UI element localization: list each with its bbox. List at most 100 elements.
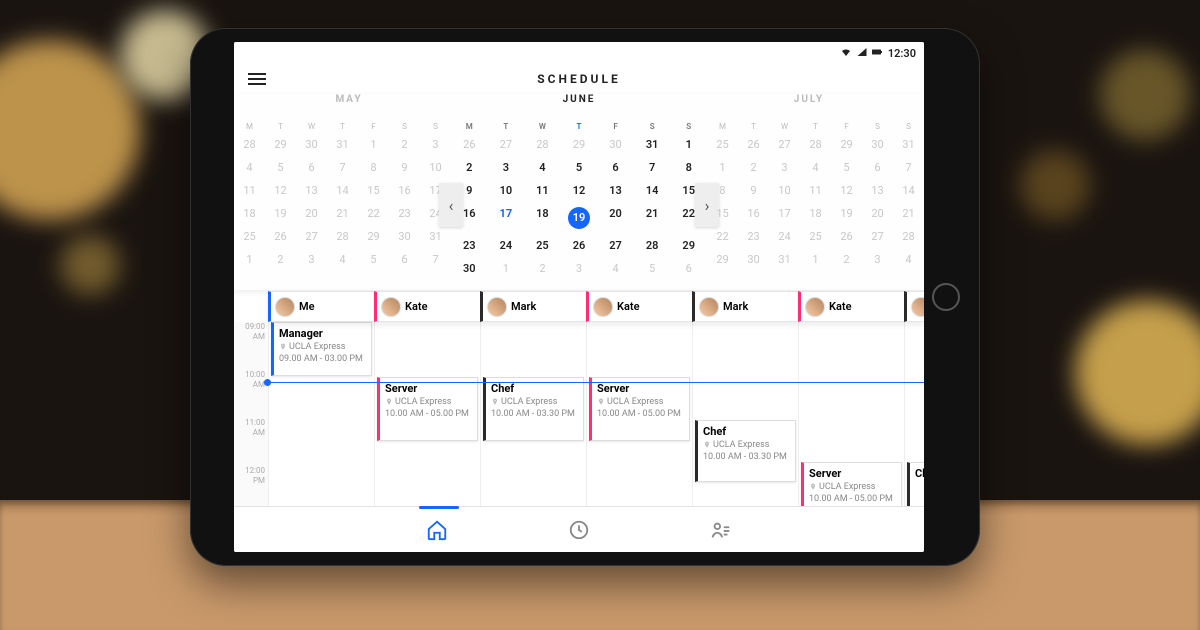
calendar-day[interactable]: 14 <box>634 179 671 202</box>
tablet-home-button[interactable] <box>932 283 960 311</box>
clock-icon[interactable] <box>568 519 590 541</box>
calendar-day-muted: 26 <box>265 225 296 248</box>
month-next[interactable]: JULY <box>694 94 924 120</box>
current-time-indicator <box>268 382 924 383</box>
calendar-day-muted: 28 <box>893 225 924 248</box>
shift-card[interactable]: Server UCLA Express10.00 AM - 05.00 PM <box>589 377 690 441</box>
calendar-day-muted: 27 <box>296 225 327 248</box>
shift-card[interactable]: Manager UCLA Express09.00 AM - 03.00 PM <box>271 322 372 376</box>
employee-name: Me <box>299 300 315 313</box>
menu-icon[interactable] <box>248 70 266 88</box>
shift-card[interactable]: Chef UCLA Express10.00 AM - 03.30 PM <box>483 377 584 441</box>
calendar-day[interactable]: 2 <box>524 257 561 280</box>
calendar-day-muted: 16 <box>738 202 769 225</box>
calendar-day[interactable]: 4 <box>597 257 634 280</box>
calendar-day[interactable]: 26 <box>561 234 598 257</box>
calendar-day-muted: 9 <box>738 179 769 202</box>
calendar-day-muted: 1 <box>234 248 265 271</box>
calendar-day[interactable]: 19 <box>561 202 598 234</box>
employee-chip[interactable]: Me <box>268 291 374 322</box>
month-prev[interactable]: MAY <box>234 94 464 120</box>
home-icon[interactable] <box>426 519 448 541</box>
calendar-day[interactable]: 6 <box>670 257 707 280</box>
calendar-day-muted: 14 <box>327 179 358 202</box>
employee-chip[interactable]: Mark <box>480 291 586 322</box>
calendar-day-muted: 28 <box>800 133 831 156</box>
calendar-day[interactable]: 28 <box>634 234 671 257</box>
schedule-grid: Manager UCLA Express09.00 AM - 03.00 PMS… <box>268 322 924 506</box>
calendar-day-muted: 13 <box>296 179 327 202</box>
calendar-day[interactable]: 18 <box>524 202 561 234</box>
calendar-day[interactable]: 25 <box>524 234 561 257</box>
calendar-day[interactable]: 23 <box>451 234 488 257</box>
weekday-header: T <box>488 120 525 133</box>
calendar-day[interactable]: 5 <box>634 257 671 280</box>
app-header: SCHEDULE <box>234 64 924 94</box>
shift-role: Ch <box>915 467 924 480</box>
calendar-day[interactable]: 5 <box>561 156 598 179</box>
calendar-day[interactable]: 30 <box>451 257 488 280</box>
calendar-day-muted: 3 <box>420 133 451 156</box>
calendar-day[interactable]: 2 <box>451 156 488 179</box>
calendar-day-muted: 9 <box>389 156 420 179</box>
calendar-day-muted: 5 <box>831 156 862 179</box>
employee-chip[interactable]: Kate <box>586 291 692 322</box>
employee-chip-partial[interactable] <box>904 291 924 322</box>
schedule-column: Ch <box>904 322 924 506</box>
calendar-day[interactable]: 8 <box>670 156 707 179</box>
calendar-day[interactable]: 1 <box>670 133 707 156</box>
status-bar: 12:30 <box>234 42 924 64</box>
calendar-day[interactable]: 29 <box>561 133 598 156</box>
calendar-day-muted: 13 <box>862 179 893 202</box>
cell-signal-icon <box>856 46 868 61</box>
calendar-day-muted: 21 <box>893 202 924 225</box>
calendar-day-muted: 14 <box>893 179 924 202</box>
calendar-day[interactable]: 26 <box>451 133 488 156</box>
calendar-day[interactable]: 31 <box>634 133 671 156</box>
calendar-day-muted: 2 <box>389 133 420 156</box>
schedule-timeline[interactable]: 09:00 AM10:00 AM11:00 AM12:00 PM01:00 PM… <box>234 322 924 506</box>
avatar <box>805 297 825 317</box>
calendar-day-muted: 22 <box>358 202 389 225</box>
calendar-day[interactable]: 6 <box>597 156 634 179</box>
shift-card-partial[interactable]: Ch <box>907 462 924 506</box>
calendar-day[interactable]: 10 <box>488 179 525 202</box>
calendar-day[interactable]: 1 <box>488 257 525 280</box>
calendar-day[interactable]: 28 <box>524 133 561 156</box>
chevron-left-icon[interactable]: ‹ <box>439 183 463 227</box>
calendar-day-muted: 5 <box>265 156 296 179</box>
calendar-day-muted: 17 <box>769 202 800 225</box>
calendar-day-muted: 25 <box>800 225 831 248</box>
calendar-day[interactable]: 27 <box>488 133 525 156</box>
calendar-day[interactable]: 3 <box>561 257 598 280</box>
calendar-day[interactable]: 17 <box>488 202 525 234</box>
employee-chip[interactable]: Mark <box>692 291 798 322</box>
calendar-day[interactable]: 11 <box>524 179 561 202</box>
shift-card[interactable]: Server UCLA Express10.00 AM - 05.00 PM <box>377 377 478 441</box>
calendar-day[interactable]: 7 <box>634 156 671 179</box>
employee-name: Mark <box>723 300 748 313</box>
calendar-day-muted: 26 <box>738 133 769 156</box>
calendar-day[interactable]: 21 <box>634 202 671 234</box>
employee-row[interactable]: MeKateMarkKateMarkKate <box>268 290 924 322</box>
calendar-day-muted: 28 <box>234 133 265 156</box>
calendar-day[interactable]: 12 <box>561 179 598 202</box>
calendar-day[interactable]: 30 <box>597 133 634 156</box>
calendar-day[interactable]: 27 <box>597 234 634 257</box>
calendar-day[interactable]: 29 <box>670 234 707 257</box>
people-icon[interactable] <box>710 519 732 541</box>
calendar-next-month: MTWTFSS252627282930311234567891011121314… <box>707 120 924 290</box>
calendar-day[interactable]: 3 <box>488 156 525 179</box>
shift-card[interactable]: Server UCLA Express10.00 AM - 05.00 PM <box>801 462 902 506</box>
shift-location: UCLA Express <box>491 397 578 407</box>
calendar-day[interactable]: 13 <box>597 179 634 202</box>
shift-card[interactable]: Chef UCLA Express10.00 AM - 03.30 PM <box>695 420 796 482</box>
calendar-day-muted: 18 <box>234 202 265 225</box>
employee-chip[interactable]: Kate <box>798 291 904 322</box>
calendar-day[interactable]: 24 <box>488 234 525 257</box>
avatar <box>381 297 401 317</box>
schedule-column: Server UCLA Express10.00 AM - 05.00 PM <box>586 322 692 506</box>
employee-chip[interactable]: Kate <box>374 291 480 322</box>
calendar-day[interactable]: 4 <box>524 156 561 179</box>
calendar-day[interactable]: 20 <box>597 202 634 234</box>
